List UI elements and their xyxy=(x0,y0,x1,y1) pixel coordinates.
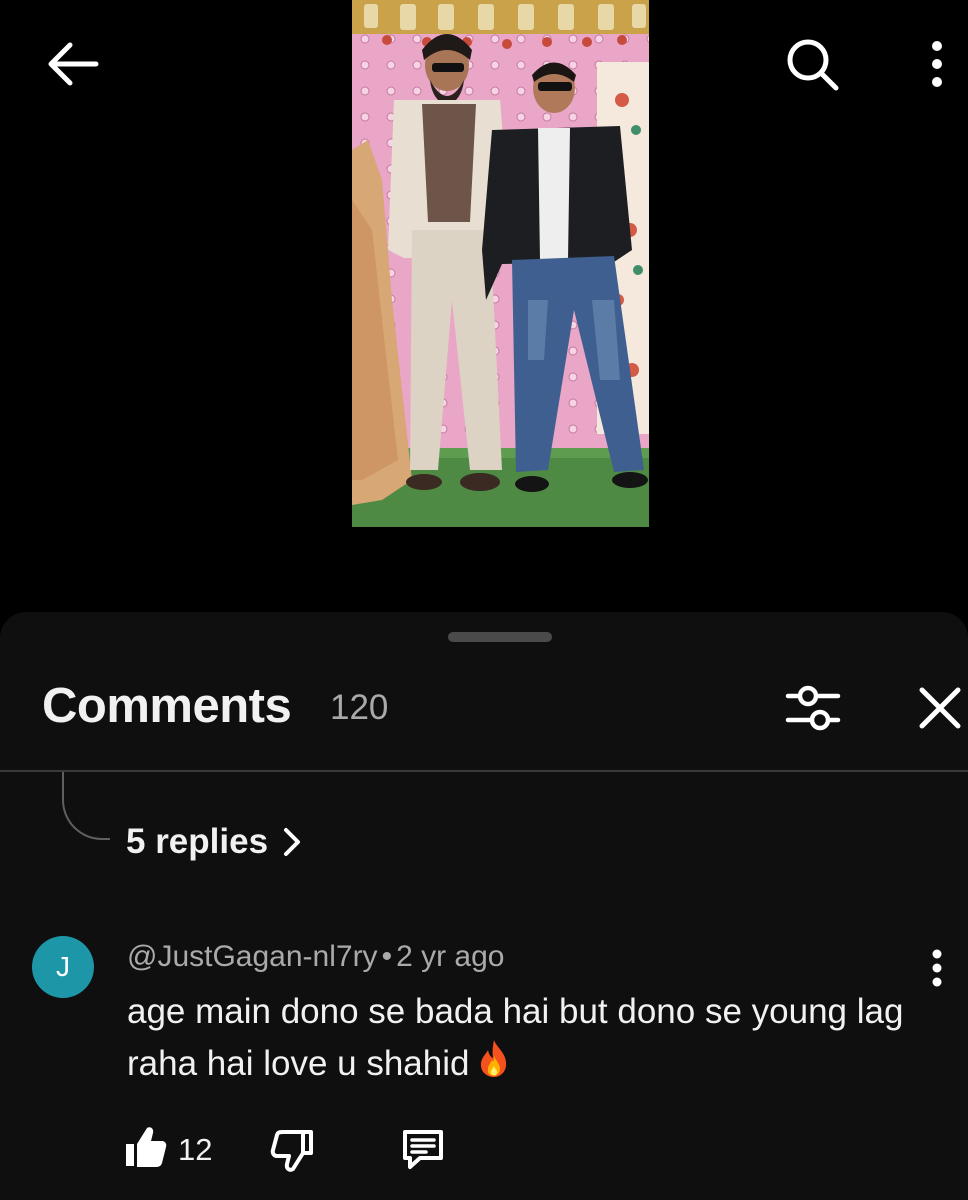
more-vertical-icon xyxy=(932,41,942,87)
comment-meta: @JustGagan-nl7ry • 2 yr ago xyxy=(127,940,504,974)
comments-sheet: Comments 120 5 replies J @JustGagan-nl7r… xyxy=(0,612,968,1200)
comments-count: 120 xyxy=(330,688,389,727)
dislike-button[interactable] xyxy=(270,1128,314,1176)
back-button[interactable] xyxy=(40,36,104,92)
reply-button[interactable] xyxy=(400,1126,446,1174)
more-vertical-icon xyxy=(932,949,942,987)
meta-separator: • xyxy=(381,940,393,973)
sliders-icon xyxy=(785,685,841,731)
like-count: 12 xyxy=(178,1132,213,1167)
more-options-button[interactable] xyxy=(912,34,962,94)
comment-body: age main dono se bada hai but dono se yo… xyxy=(127,986,947,1093)
fire-emoji-icon xyxy=(475,1038,513,1093)
replies-label: 5 replies xyxy=(126,822,269,861)
chevron-right-icon xyxy=(284,828,301,856)
close-button[interactable] xyxy=(912,680,968,736)
avatar[interactable]: J xyxy=(32,936,94,998)
comments-title: Comments xyxy=(42,679,292,733)
thumbs-down-icon xyxy=(270,1130,313,1172)
comment-time: 2 yr ago xyxy=(396,940,505,973)
header-divider xyxy=(0,770,968,772)
thumbs-up-filled-icon xyxy=(126,1127,167,1167)
close-icon xyxy=(919,687,961,729)
like-button[interactable] xyxy=(124,1124,168,1172)
view-replies-button[interactable]: 5 replies xyxy=(126,822,302,862)
comment-author[interactable]: @JustGagan-nl7ry xyxy=(127,940,378,973)
thread-connector xyxy=(62,772,110,840)
sort-filter-button[interactable] xyxy=(784,680,842,736)
video-frame xyxy=(352,0,649,527)
search-icon xyxy=(787,39,839,91)
arrow-left-icon xyxy=(48,42,99,86)
drag-handle[interactable] xyxy=(448,632,552,642)
comment-reply-icon xyxy=(403,1130,443,1169)
search-button[interactable] xyxy=(780,34,844,94)
comment-actions: 12 xyxy=(124,1120,624,1176)
comment-text: age main dono se bada hai but dono se yo… xyxy=(127,992,904,1083)
video-player[interactable] xyxy=(352,0,649,527)
comment-more-button[interactable] xyxy=(920,946,954,990)
